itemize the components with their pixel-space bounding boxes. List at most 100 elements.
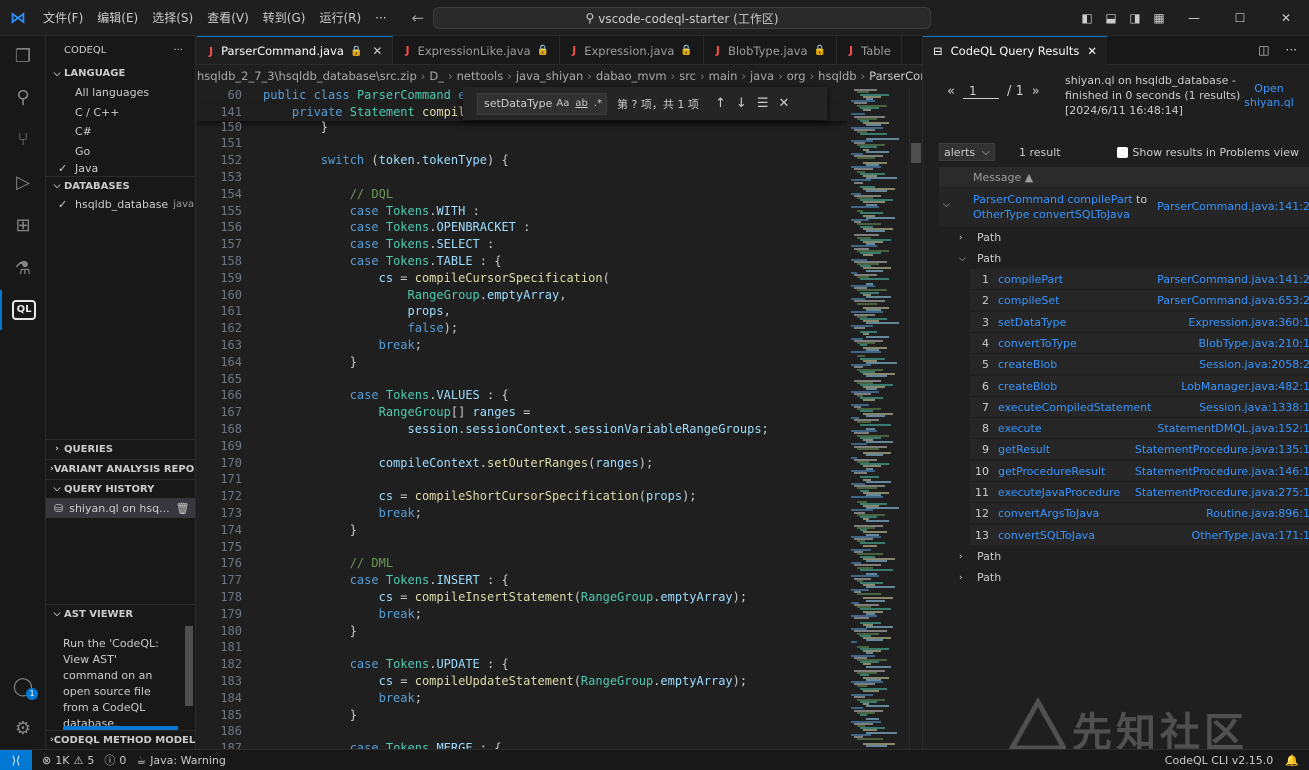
code-line[interactable]: 175: [197, 539, 847, 556]
breadcrumb-segment[interactable]: main: [709, 69, 738, 83]
code-line[interactable]: 178 cs = compileInsertStatement(RangeGro…: [197, 589, 847, 606]
scrollbar-thumb[interactable]: [911, 143, 921, 163]
path-step-row[interactable]: 6 createBlob LobManager.java:482:1: [970, 375, 1309, 397]
menu-go[interactable]: 转到(G): [256, 9, 313, 26]
path-step-row[interactable]: 1 compilePart ParserCommand.java:141:2: [970, 269, 1309, 290]
run-debug-icon[interactable]: ▷: [0, 162, 46, 202]
step-location-link[interactable]: LobManager.java:482:1: [1181, 380, 1309, 393]
code-line[interactable]: 184 break;: [197, 690, 847, 707]
code-line[interactable]: 150 }: [197, 119, 847, 136]
language-java[interactable]: ✓ Java: [46, 161, 195, 176]
path-step-row[interactable]: 5 createBlob Session.java:2058:2: [970, 354, 1309, 376]
code-line[interactable]: 181: [197, 639, 847, 656]
menu-run[interactable]: 运行(R): [312, 9, 368, 26]
code-line[interactable]: 187 case Tokens.MERGE : {: [197, 740, 847, 749]
toggle-secondary-sidebar-icon[interactable]: ◨: [1123, 11, 1147, 25]
step-location-link[interactable]: ParserCommand.java:653:2: [1157, 294, 1309, 307]
databases-section-header[interactable]: ⌵ DATABASES: [46, 176, 195, 195]
code-line[interactable]: 164 }: [197, 354, 847, 371]
path-step-row[interactable]: 3 setDataType Expression.java:360:1: [970, 311, 1309, 333]
step-location-link[interactable]: ParserCommand.java:141:2: [1157, 273, 1309, 286]
code-line[interactable]: 182 case Tokens.UPDATE : {: [197, 656, 847, 673]
command-center-search[interactable]: ⚲ vscode-codeql-starter (工作区): [433, 7, 931, 29]
more-actions-icon[interactable]: ···: [1286, 43, 1297, 57]
path-step-row[interactable]: 8 execute StatementDMQL.java:152:1: [970, 418, 1309, 440]
search-view-icon[interactable]: ⚲: [0, 77, 46, 117]
settings-gear-icon[interactable]: ⚙: [0, 708, 46, 748]
alert-location-link[interactable]: ParserCommand.java:141:2: [1157, 200, 1309, 213]
remote-indicator-icon[interactable]: ⟩⟨: [0, 749, 32, 770]
minimize-icon[interactable]: —: [1171, 11, 1217, 25]
path-step-row[interactable]: 7 executeCompiledStatement Session.java:13…: [970, 396, 1309, 418]
testing-flask-icon[interactable]: ⚗: [0, 248, 46, 288]
breadcrumb-segment[interactable]: dabao_mvm: [596, 69, 667, 83]
path-row-expanded[interactable]: ⌵ Path: [939, 248, 1309, 269]
breadcrumb-segment[interactable]: hsqldb: [818, 69, 856, 83]
step-function-link[interactable]: getProcedureResult: [998, 465, 1105, 478]
step-function-link[interactable]: convertSQLToJava: [998, 529, 1095, 542]
query-history-item[interactable]: ⛁ shiyan.ql on hsq... 🗑: [46, 498, 195, 518]
language-all[interactable]: All languages: [46, 83, 195, 103]
tab-parsercommand[interactable]: J ParserCommand.java 🔒 ✕: [197, 36, 394, 64]
step-function-link[interactable]: executeJavaProcedure: [998, 486, 1120, 499]
code-line[interactable]: 161 props,: [197, 303, 847, 320]
code-line[interactable]: 167 RangeGroup[] ranges =: [197, 404, 847, 421]
menu-more[interactable]: ···: [368, 11, 393, 25]
step-function-link[interactable]: convertToType: [998, 337, 1077, 350]
code-line[interactable]: 172 cs = compileShortCursorSpecification…: [197, 488, 847, 505]
breadcrumb-segment[interactable]: java_shiyan: [516, 69, 583, 83]
code-line[interactable]: 155 case Tokens.WITH :: [197, 203, 847, 220]
code-line[interactable]: 158 case Tokens.TABLE : {: [197, 253, 847, 270]
path-step-row[interactable]: 10 getProcedureResult StatementProcedure.j…: [970, 460, 1309, 482]
next-match-icon[interactable]: ↓: [736, 96, 747, 111]
toggle-panel-icon[interactable]: ⬓: [1099, 11, 1123, 25]
alert-row[interactable]: ⌵ ParserCommand compilePart to OtherType…: [939, 187, 1309, 227]
tab-codeql-query-results[interactable]: ⊟ CodeQL Query Results ✕: [923, 36, 1107, 65]
path-step-row[interactable]: 4 convertToType BlobType.java:210:1: [970, 332, 1309, 354]
breadcrumb-segment[interactable]: ParserCommand: [869, 69, 922, 83]
code-line[interactable]: 169: [197, 438, 847, 455]
open-query-link[interactable]: Open shiyan.ql: [1241, 82, 1297, 110]
tab-expression[interactable]: J Expression.java 🔒: [560, 36, 704, 64]
method-modeling-section-header[interactable]: › CODEQL METHOD MODELI...: [46, 730, 195, 749]
maximize-icon[interactable]: ☐: [1217, 11, 1263, 25]
code-line[interactable]: 171: [197, 471, 847, 488]
step-location-link[interactable]: Expression.java:360:1: [1188, 316, 1309, 329]
queries-section-header[interactable]: › QUERIES: [46, 439, 195, 458]
problems-view-checkbox[interactable]: [1117, 146, 1129, 158]
language-cpp[interactable]: C / C++: [46, 103, 195, 123]
breadcrumb-segment[interactable]: nettools: [457, 69, 504, 83]
step-location-link[interactable]: BlobType.java:210:1: [1198, 337, 1309, 350]
step-location-link[interactable]: Routine.java:896:1: [1206, 507, 1309, 520]
step-function-link[interactable]: compileSet: [998, 294, 1059, 307]
use-regex-icon[interactable]: .*: [594, 98, 602, 109]
code-line[interactable]: 186: [197, 723, 847, 740]
customize-layout-icon[interactable]: ▦: [1147, 11, 1171, 25]
chevron-down-icon[interactable]: ⌵: [943, 200, 950, 210]
codeql-icon[interactable]: QL: [0, 290, 46, 330]
code-line[interactable]: 157 case Tokens.SELECT :: [197, 236, 847, 253]
step-function-link[interactable]: getResult: [998, 443, 1050, 456]
menu-file[interactable]: 文件(F): [36, 9, 90, 26]
code-line[interactable]: 168 session.sessionContext.sessionVariab…: [197, 421, 847, 438]
back-arrow-icon[interactable]: ←: [412, 9, 425, 27]
source-control-icon[interactable]: ⑂: [0, 119, 46, 159]
code-line[interactable]: 165: [197, 371, 847, 388]
menu-view[interactable]: 查看(V): [200, 9, 256, 26]
close-tab-icon[interactable]: ✕: [372, 44, 382, 58]
results-table-header[interactable]: Message ▲: [939, 167, 1309, 187]
extensions-icon[interactable]: ⊞: [0, 205, 46, 245]
alert-source-link[interactable]: ParserCommand compilePart: [973, 193, 1133, 206]
step-location-link[interactable]: StatementProcedure.java:146:1: [1135, 465, 1309, 478]
step-function-link[interactable]: executeCompiledStatement: [998, 401, 1151, 414]
code-line[interactable]: 163 break;: [197, 337, 847, 354]
step-function-link[interactable]: convertArgsToJava: [998, 507, 1099, 520]
step-function-link[interactable]: setDataType: [998, 316, 1066, 329]
path-row[interactable]: › Path: [939, 546, 1309, 567]
editor-vertical-scrollbar[interactable]: [909, 87, 921, 749]
path-step-row[interactable]: 2 compileSet ParserCommand.java:653:2: [970, 290, 1309, 312]
result-set-select[interactable]: alerts ⌵: [939, 143, 995, 161]
breadcrumb-segment[interactable]: src: [679, 69, 696, 83]
alert-sink-link[interactable]: OtherType convertSQLToJava: [973, 208, 1130, 221]
menu-selection[interactable]: 选择(S): [145, 9, 200, 26]
